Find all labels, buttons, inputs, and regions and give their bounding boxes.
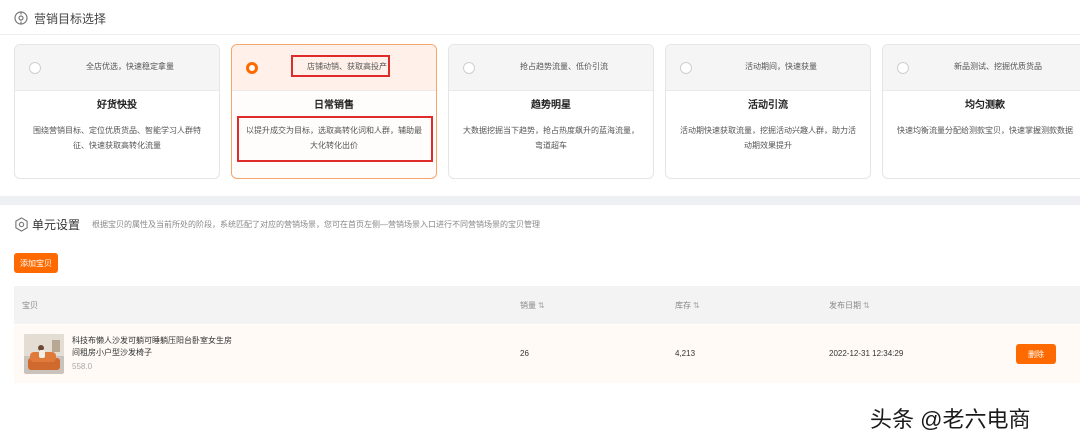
goal-name: 好货快投 — [97, 100, 137, 111]
column-date-label: 发布日期 — [829, 301, 861, 310]
goal-card-haohuo[interactable]: 全店优选，快速稳定拿量 好货快投 围绕营销目标、定位优质货品、智能学习人群特征、… — [14, 44, 220, 179]
goal-card-trend-star[interactable]: 抢占趋势流量、低价引流 趋势明星 大数据挖掘当下趋势，抢占热度飙升的蓝海流量，弯… — [448, 44, 654, 179]
column-item: 宝贝 — [22, 301, 38, 310]
goal-desc: 活动期快速获取流量，挖掘活动兴趣人群，助力活动期效果提升 — [680, 126, 856, 150]
goal-cards: 全店优选，快速稳定拿量 好货快投 围绕营销目标、定位优质货品、智能学习人群特征、… — [14, 44, 1080, 180]
section-title: 营销目标选择 — [34, 11, 107, 26]
table-header: 宝贝 销量 ⇅ 库存 ⇅ 发布日期 ⇅ — [14, 286, 1080, 324]
radio-button-selected[interactable] — [246, 62, 258, 74]
column-sales[interactable]: 销量 ⇅ — [520, 300, 545, 311]
sort-icon[interactable]: ⇅ — [693, 301, 700, 310]
radio-button[interactable] — [463, 62, 475, 74]
goal-name: 日常销售 — [314, 100, 354, 111]
product-title[interactable]: 科技布懒人沙发可躺可睡躺压阳台卧室女生房间租房小户型沙发椅子 — [72, 335, 232, 359]
watermark: 头条 @老六电商 — [870, 407, 1031, 432]
product-thumbnail[interactable] — [24, 334, 64, 374]
section-separator — [0, 196, 1080, 205]
goal-name: 均匀测款 — [965, 100, 1005, 111]
table-row: 科技布懒人沙发可躺可睡躺压阳台卧室女生房间租房小户型沙发椅子 558.0 26 … — [14, 325, 1080, 383]
column-sales-label: 销量 — [520, 301, 536, 310]
settings-cube-icon — [15, 216, 28, 232]
sort-icon[interactable]: ⇅ — [863, 301, 870, 310]
marketing-goal-header: 营销目标选择 — [14, 8, 106, 28]
sales-value: 26 — [520, 349, 529, 358]
goal-card-test[interactable]: 新品测试、挖掘优质货品 均匀测款 快速均衡流量分配给测款宝贝，快速掌握测款数据 — [882, 44, 1080, 179]
goal-card-activity[interactable]: 活动期间，快速获量 活动引流 活动期快速获取流量，挖掘活动兴趣人群，助力活动期效… — [665, 44, 871, 179]
goal-name: 活动引流 — [748, 100, 788, 111]
unit-title: 单元设置 — [32, 217, 81, 232]
goal-desc: 围绕营销目标、定位优质货品、智能学习人群特征、快速获取高转化流量 — [33, 126, 201, 150]
highlight-box-desc — [237, 116, 433, 162]
column-stock-label: 库存 — [675, 301, 691, 310]
product-price: 558.0 — [72, 362, 93, 371]
goal-desc: 大数据挖掘当下趋势，抢占热度飙升的蓝海流量，弯道超车 — [463, 126, 639, 150]
column-date[interactable]: 发布日期 ⇅ — [829, 300, 870, 311]
column-stock[interactable]: 库存 ⇅ — [675, 300, 700, 311]
sort-icon[interactable]: ⇅ — [538, 301, 545, 310]
radio-button[interactable] — [680, 62, 692, 74]
radio-button[interactable] — [897, 62, 909, 74]
goal-tag: 新品测试、挖掘优质货品 — [954, 62, 1042, 71]
divider — [0, 34, 1080, 35]
unit-hint: 根据宝贝的属性及当前所处的阶段，系统匹配了对应的营销场景，您可在首页左侧—营销场… — [92, 219, 541, 229]
goal-desc: 快速均衡流量分配给测款宝贝，快速掌握测款数据 — [897, 126, 1073, 135]
goal-tag: 抢占趋势流量、低价引流 — [520, 62, 608, 71]
add-item-button[interactable]: 添加宝贝 — [14, 253, 58, 273]
goal-tag: 全店优选，快速稳定拿量 — [86, 62, 174, 71]
date-value: 2022-12-31 12:34:29 — [829, 349, 904, 358]
target-icon — [14, 11, 28, 25]
radio-button[interactable] — [29, 62, 41, 74]
goal-name: 趋势明星 — [531, 100, 571, 111]
stock-value: 4,213 — [675, 349, 696, 358]
unit-settings-header: 单元设置 根据宝贝的属性及当前所处的阶段，系统匹配了对应的营销场景，您可在首页左… — [14, 214, 540, 234]
highlight-box-tag — [291, 55, 390, 77]
goal-tag: 活动期间，快速获量 — [745, 62, 817, 71]
delete-button[interactable]: 删除 — [1016, 344, 1056, 364]
